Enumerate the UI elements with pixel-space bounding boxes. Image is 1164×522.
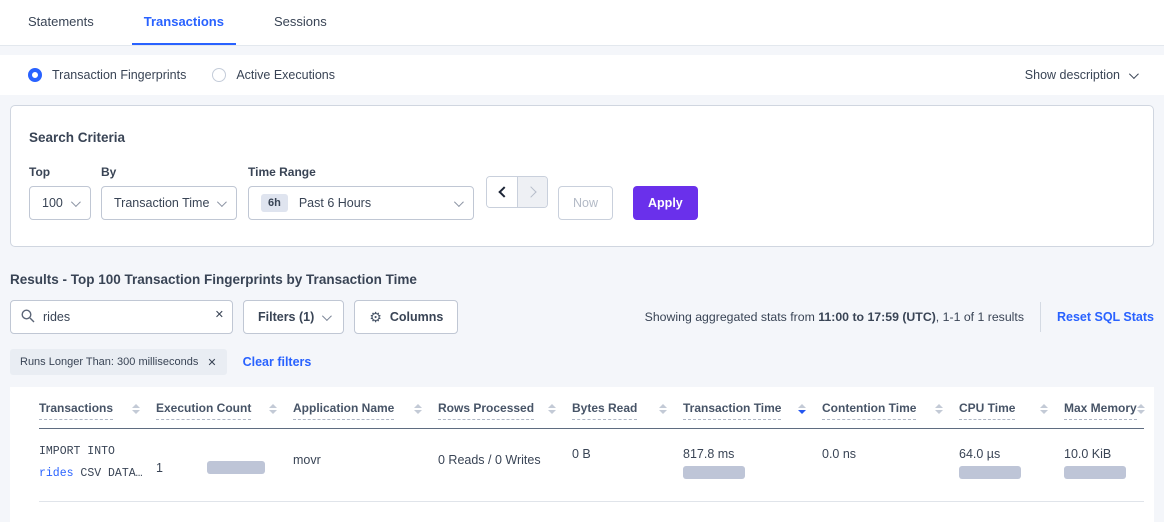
time-range-label: Time Range: [248, 165, 474, 179]
time-prev-button[interactable]: [487, 177, 517, 207]
gear-icon: ⚙: [369, 310, 382, 324]
max-memory-cell: 10.0 KiB: [1064, 441, 1144, 485]
results-search-box: ✕: [10, 300, 233, 334]
chevron-down-icon: [217, 197, 227, 207]
filter-chip: Runs Longer Than: 300 milliseconds ✕: [10, 349, 227, 375]
tab-transactions[interactable]: Transactions: [132, 0, 236, 45]
radio-label: Transaction Fingerprints: [52, 68, 186, 82]
sort-icon[interactable]: [414, 404, 422, 414]
time-nav-group: [486, 176, 548, 208]
highlighted-term: rides: [39, 467, 74, 480]
sort-icon[interactable]: [1137, 404, 1145, 414]
radio-unselected-icon: [212, 68, 226, 82]
execution-count-cell: 1: [156, 441, 293, 485]
time-range-badge: 6h: [261, 194, 288, 212]
by-label: By: [101, 165, 248, 179]
column-header-application-name[interactable]: Application Name: [293, 401, 438, 420]
results-table: Transactions Execution Count Application…: [10, 387, 1154, 522]
filter-chip-label: Runs Longer Than: 300 milliseconds: [20, 356, 198, 368]
transaction-statement-link[interactable]: IMPORT INTO rides CSV DATA…: [39, 441, 156, 485]
search-icon: [21, 309, 35, 326]
cpu-time-bar: [959, 466, 1021, 479]
top-select[interactable]: 100: [29, 186, 91, 220]
time-next-button[interactable]: [517, 177, 547, 207]
time-range-value: Past 6 Hours: [299, 196, 371, 210]
sort-icon[interactable]: [798, 404, 806, 414]
remove-filter-icon[interactable]: ✕: [207, 356, 216, 369]
column-header-bytes-read[interactable]: Bytes Read: [572, 401, 683, 420]
chevron-down-icon: [322, 311, 332, 321]
chevron-down-icon: [71, 197, 81, 207]
top-label: Top: [29, 165, 101, 179]
show-description-toggle[interactable]: Show description: [1025, 68, 1136, 82]
sort-icon[interactable]: [935, 404, 943, 414]
filters-label: Filters (1): [258, 310, 314, 324]
chevron-down-icon: [454, 197, 464, 207]
chevron-left-icon: [498, 186, 509, 197]
stats-area: Showing aggregated stats from 11:00 to 1…: [645, 302, 1154, 332]
table-header-row: Transactions Execution Count Application…: [39, 401, 1144, 429]
column-header-transaction-time[interactable]: Transaction Time: [683, 401, 822, 420]
table-row: IMPORT INTO rides CSV DATA… 1 movr 0 Rea…: [39, 429, 1144, 502]
filters-button[interactable]: Filters (1): [243, 300, 344, 334]
bytes-read-cell: 0 B: [572, 441, 683, 485]
column-header-contention-time[interactable]: Contention Time: [822, 401, 959, 420]
chevron-right-icon: [525, 186, 536, 197]
application-name-cell: movr: [293, 441, 438, 485]
sort-icon[interactable]: [548, 404, 556, 414]
columns-label: Columns: [390, 310, 443, 324]
sort-icon[interactable]: [659, 404, 667, 414]
results-heading: Results - Top 100 Transaction Fingerprin…: [10, 272, 1154, 287]
columns-button[interactable]: ⚙ Columns: [354, 300, 458, 334]
by-select[interactable]: Transaction Time: [101, 186, 237, 220]
clear-search-icon[interactable]: ✕: [215, 308, 224, 321]
search-criteria-panel: Search Criteria Top 100 By Transaction T…: [10, 105, 1154, 247]
by-field: By Transaction Time: [101, 165, 248, 220]
column-header-execution-count[interactable]: Execution Count: [156, 401, 293, 420]
sort-icon[interactable]: [269, 404, 277, 414]
top-tab-bar: Statements Transactions Sessions: [0, 0, 1164, 46]
chevron-down-icon: [1129, 69, 1139, 79]
transaction-time-cell: 817.8 ms: [683, 441, 822, 485]
search-criteria-title: Search Criteria: [29, 130, 1135, 145]
by-select-value: Transaction Time: [114, 196, 209, 210]
apply-button[interactable]: Apply: [633, 186, 698, 220]
search-input[interactable]: [10, 300, 233, 334]
time-range-select[interactable]: 6h Past 6 Hours: [248, 186, 474, 220]
reset-sql-stats-link[interactable]: Reset SQL Stats: [1057, 310, 1154, 324]
column-header-cpu-time[interactable]: CPU Time: [959, 401, 1064, 420]
radio-transaction-fingerprints[interactable]: Transaction Fingerprints: [28, 68, 186, 82]
radio-label: Active Executions: [236, 68, 335, 82]
column-header-rows-processed[interactable]: Rows Processed: [438, 401, 572, 420]
radio-selected-icon: [28, 68, 42, 82]
view-toggle-strip: Transaction Fingerprints Active Executio…: [0, 55, 1164, 95]
tab-sessions[interactable]: Sessions: [262, 0, 339, 45]
time-range-field: Time Range 6h Past 6 Hours: [248, 165, 474, 220]
contention-time-cell: 0.0 ns: [822, 441, 959, 485]
max-memory-bar: [1064, 466, 1126, 479]
now-button[interactable]: Now: [558, 186, 613, 220]
clear-filters-link[interactable]: Clear filters: [243, 355, 312, 369]
divider: [1040, 302, 1041, 332]
show-description-label: Show description: [1025, 68, 1120, 82]
radio-active-executions[interactable]: Active Executions: [212, 68, 335, 82]
sort-icon[interactable]: [132, 404, 140, 414]
column-header-max-memory[interactable]: Max Memory: [1064, 401, 1161, 420]
results-section: Results - Top 100 Transaction Fingerprin…: [0, 272, 1164, 522]
cpu-time-cell: 64.0 µs: [959, 441, 1064, 485]
top-select-value: 100: [42, 196, 63, 210]
aggregated-stats-text: Showing aggregated stats from 11:00 to 1…: [645, 310, 1024, 324]
rows-processed-cell: 0 Reads / 0 Writes: [438, 441, 572, 485]
top-field: Top 100: [29, 165, 101, 220]
transaction-time-bar: [683, 466, 745, 479]
tab-statements[interactable]: Statements: [16, 0, 106, 45]
execution-count-bar: [207, 461, 265, 474]
column-header-transactions[interactable]: Transactions: [39, 401, 156, 420]
sort-icon[interactable]: [1040, 404, 1048, 414]
